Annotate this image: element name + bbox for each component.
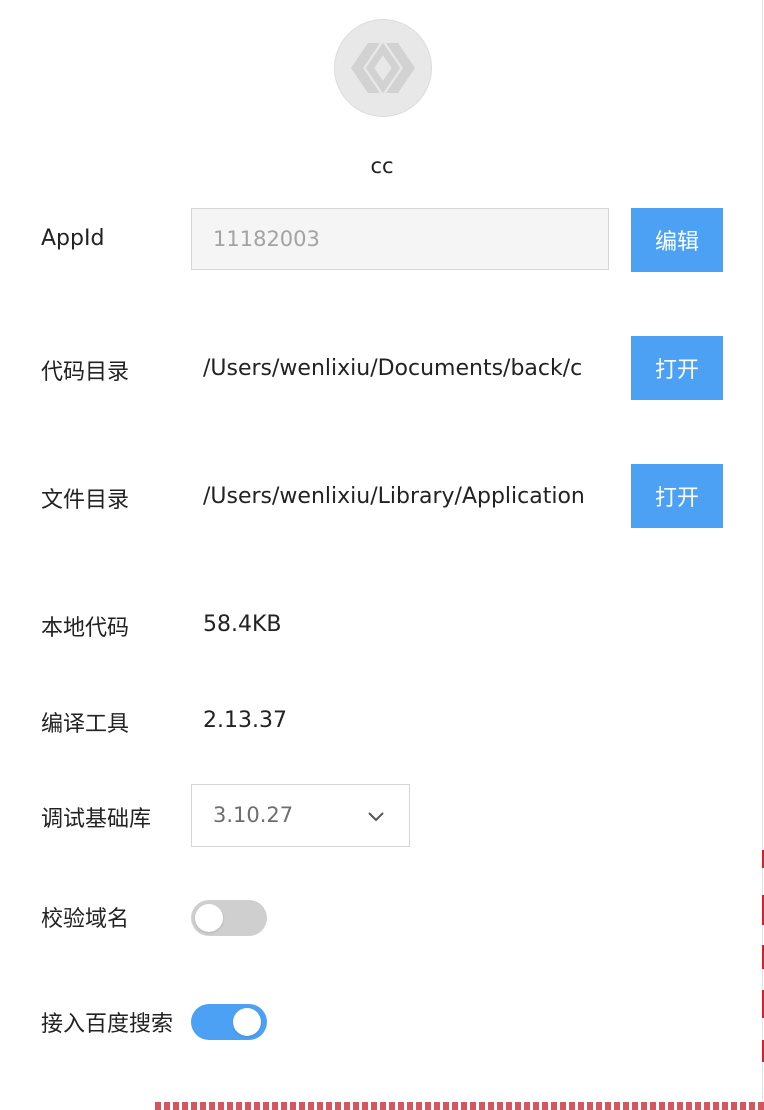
code-dir-label: 代码目录 [41, 360, 130, 385]
baidu-search-toggle[interactable] [191, 1004, 267, 1040]
open-file-dir-button[interactable]: 打开 [631, 464, 723, 528]
toggle-knob [195, 904, 223, 932]
file-dir-path: /Users/wenlixiu/Library/Application [203, 484, 585, 509]
verify-domain-label: 校验域名 [41, 907, 130, 932]
app-logo [334, 19, 432, 117]
file-dir-label: 文件目录 [41, 488, 130, 513]
edit-appid-button[interactable]: 编辑 [631, 208, 723, 272]
debug-lib-select[interactable]: 3.10.27 [191, 784, 410, 847]
app-logo-icon [351, 42, 415, 94]
verify-domain-toggle[interactable] [191, 900, 267, 936]
app-name: cc [370, 154, 394, 178]
compiler-label: 编译工具 [41, 712, 130, 737]
open-code-dir-button[interactable]: 打开 [631, 336, 723, 400]
baidu-search-label: 接入百度搜索 [41, 1012, 174, 1037]
background-window-edge [0, 1100, 764, 1110]
debug-lib-selected-value: 3.10.27 [213, 803, 294, 827]
code-dir-path: /Users/wenlixiu/Documents/back/c [203, 356, 583, 381]
appid-label: AppId [41, 226, 105, 251]
background-red-text [155, 1102, 764, 1110]
project-info-panel: cc AppId 11182003 编辑 代码目录 /Users/wenlixi… [0, 0, 763, 1109]
toggle-knob [233, 1008, 261, 1036]
compiler-version: 2.13.37 [203, 708, 287, 733]
local-code-label: 本地代码 [41, 616, 130, 641]
appid-input[interactable]: 11182003 [191, 208, 609, 270]
local-code-size: 58.4KB [203, 612, 282, 637]
debug-lib-label: 调试基础库 [41, 807, 152, 832]
chevron-down-icon [368, 812, 384, 822]
